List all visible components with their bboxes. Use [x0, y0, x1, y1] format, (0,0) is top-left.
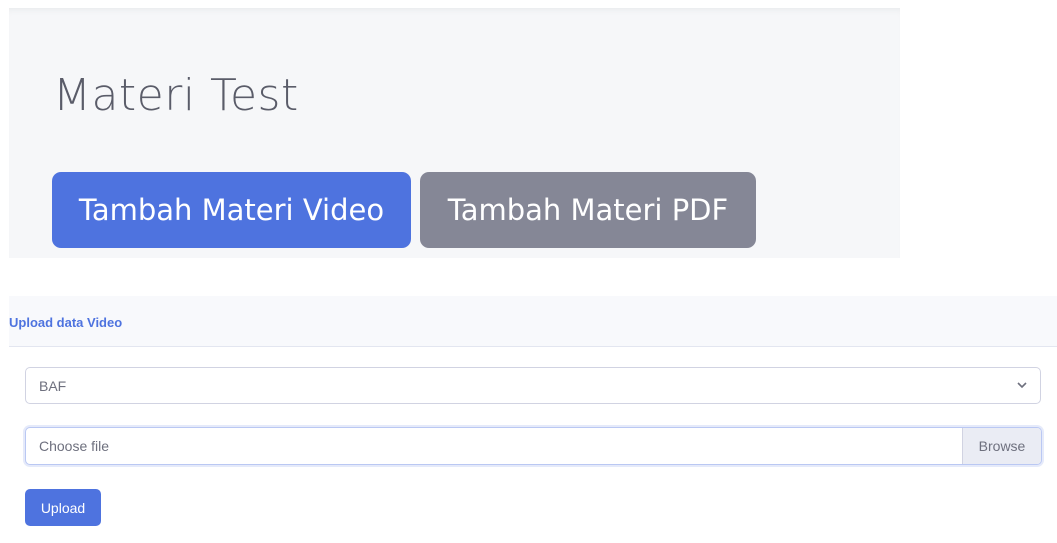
card-title: Upload data Video — [9, 315, 123, 330]
file-upload-input[interactable]: Choose file Browse — [25, 427, 1042, 465]
browse-button[interactable]: Browse — [962, 428, 1041, 464]
tab-add-pdf-button[interactable]: Tambah Materi PDF — [420, 172, 756, 248]
header-panel: Materi Test Tambah Materi Video Tambah M… — [9, 8, 900, 258]
page-title: Materi Test — [53, 70, 299, 121]
tab-add-video-button[interactable]: Tambah Materi Video — [52, 172, 411, 248]
file-label: Choose file — [39, 438, 110, 454]
select-value: BAF — [39, 377, 67, 394]
upload-button[interactable]: Upload — [25, 489, 101, 526]
chevron-down-icon — [1017, 382, 1027, 389]
card-header: Upload data Video — [9, 296, 1057, 347]
upload-video-card: Upload data Video BAF Choose file Browse… — [9, 296, 1057, 543]
category-select[interactable]: BAF — [25, 367, 1041, 404]
